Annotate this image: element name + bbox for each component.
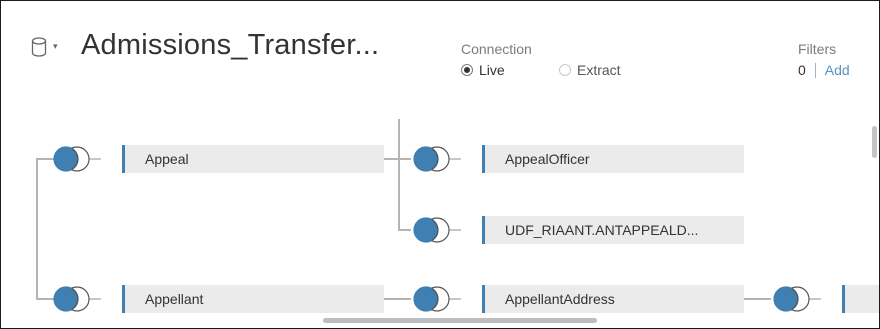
table-pill-appellant[interactable]: Appellant xyxy=(122,285,384,313)
filters-count: 0 xyxy=(798,62,806,78)
extract-label: Extract xyxy=(577,62,621,78)
connection-live-option[interactable]: Live xyxy=(461,62,505,78)
live-label: Live xyxy=(479,62,505,78)
inner-join-icon[interactable] xyxy=(771,285,821,313)
database-icon[interactable] xyxy=(31,37,47,57)
table-name: AppellantAddress xyxy=(505,291,615,307)
filters-label: Filters xyxy=(798,41,837,57)
data-source-canvas: ▾ Admissions_Transfer... Connection Live… xyxy=(0,0,880,329)
table-pill-appealofficer[interactable]: AppealOfficer xyxy=(482,145,744,173)
filters-divider xyxy=(814,62,816,78)
connector-line xyxy=(398,229,411,231)
connector-line xyxy=(384,298,411,300)
inner-join-icon[interactable] xyxy=(51,145,101,173)
table-pill-truncated[interactable] xyxy=(842,285,879,313)
vertical-scrollbar[interactable] xyxy=(872,126,877,158)
table-name: Appeal xyxy=(145,151,189,167)
inner-join-icon[interactable] xyxy=(51,285,101,313)
horizontal-scrollbar[interactable] xyxy=(323,318,597,323)
table-pill-appellantaddress[interactable]: AppellantAddress xyxy=(482,285,744,313)
live-radio[interactable] xyxy=(461,64,473,76)
table-name: UDF_RIAANT.ANTAPPEALD... xyxy=(505,222,699,238)
connection-extract-option[interactable]: Extract xyxy=(559,62,621,78)
datasource-title[interactable]: Admissions_Transfer... xyxy=(81,29,379,62)
connection-label: Connection xyxy=(461,41,532,57)
table-name: AppealOfficer xyxy=(505,151,590,167)
connector-line xyxy=(36,159,38,300)
connector-line xyxy=(398,119,400,230)
table-pill-udf-riaant[interactable]: UDF_RIAANT.ANTAPPEALD... xyxy=(482,216,744,244)
datasource-dropdown-caret-icon[interactable]: ▾ xyxy=(53,41,58,52)
connector-line xyxy=(384,158,411,160)
inner-join-icon[interactable] xyxy=(411,216,461,244)
connector-line xyxy=(744,298,771,300)
inner-join-icon[interactable] xyxy=(411,285,461,313)
inner-join-icon[interactable] xyxy=(411,145,461,173)
table-name: Appellant xyxy=(145,291,204,307)
table-pill-appeal[interactable]: Appeal xyxy=(122,145,384,173)
extract-radio[interactable] xyxy=(559,64,571,76)
add-filter-link[interactable]: Add xyxy=(825,62,850,78)
filters-row: 0 Add xyxy=(798,62,850,78)
